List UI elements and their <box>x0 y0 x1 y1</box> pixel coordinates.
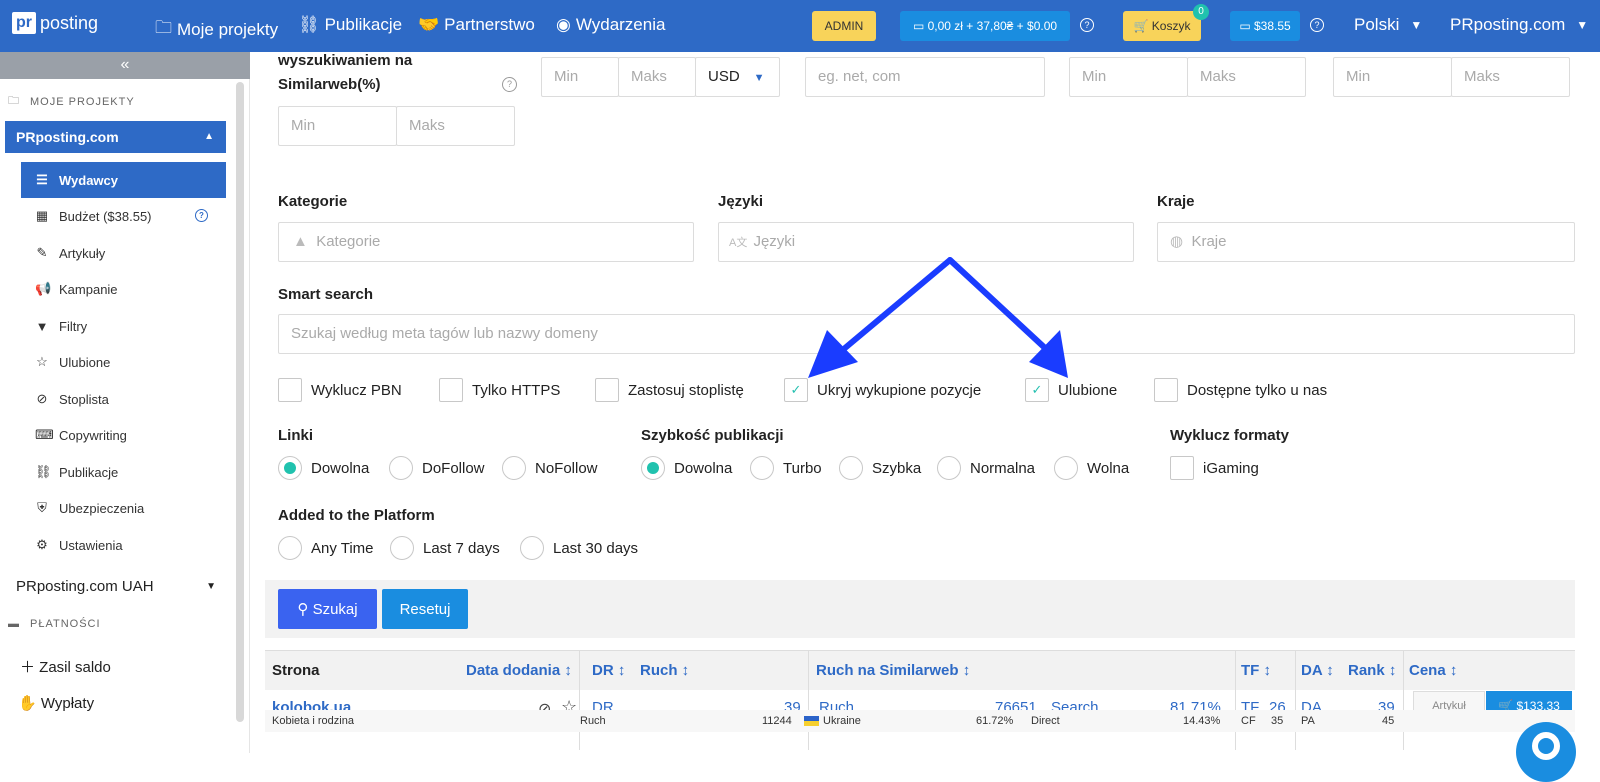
annotation-arrows <box>808 257 1068 378</box>
arrow-line-left <box>842 257 953 351</box>
arrow-line-right <box>947 257 1048 351</box>
arrow-head-left <box>808 330 858 378</box>
